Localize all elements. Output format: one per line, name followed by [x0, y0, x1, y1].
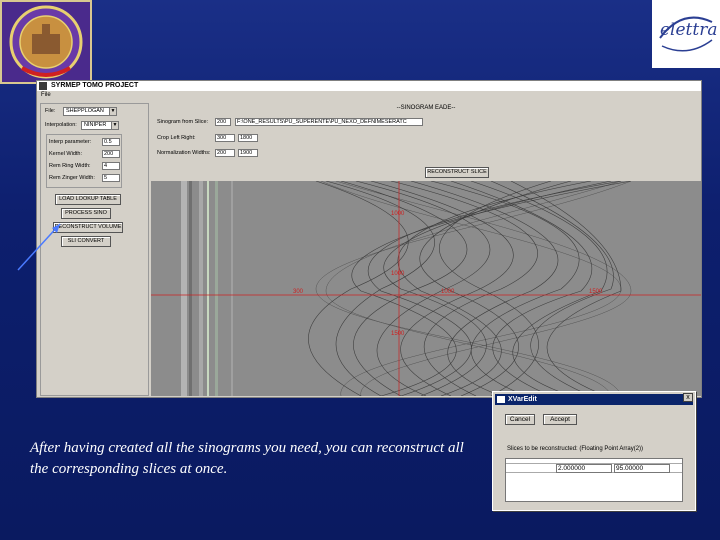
slide-caption: After having created all the sinograms y…	[30, 440, 464, 477]
array-grid: 2.000000 95.00000	[505, 458, 683, 502]
dialog-app-icon	[497, 396, 505, 403]
xvaredit-dialog: XVarEdit x Cancel Accept Slices to be re…	[492, 391, 696, 511]
table-row: 2.000000 95.00000	[506, 463, 682, 473]
dialog-prompt: Slices to be reconstructed: (Floating Po…	[507, 446, 644, 452]
close-icon[interactable]: x	[683, 393, 693, 402]
accept-button[interactable]: Accept	[543, 414, 577, 425]
dialog-titlebar: XVarEdit	[495, 394, 693, 405]
cancel-button[interactable]: Cancel	[505, 414, 535, 425]
slice-end-input[interactable]: 95.00000	[614, 464, 670, 473]
slice-start-input[interactable]: 2.000000	[556, 464, 612, 473]
dialog-title: XVarEdit	[508, 396, 537, 403]
